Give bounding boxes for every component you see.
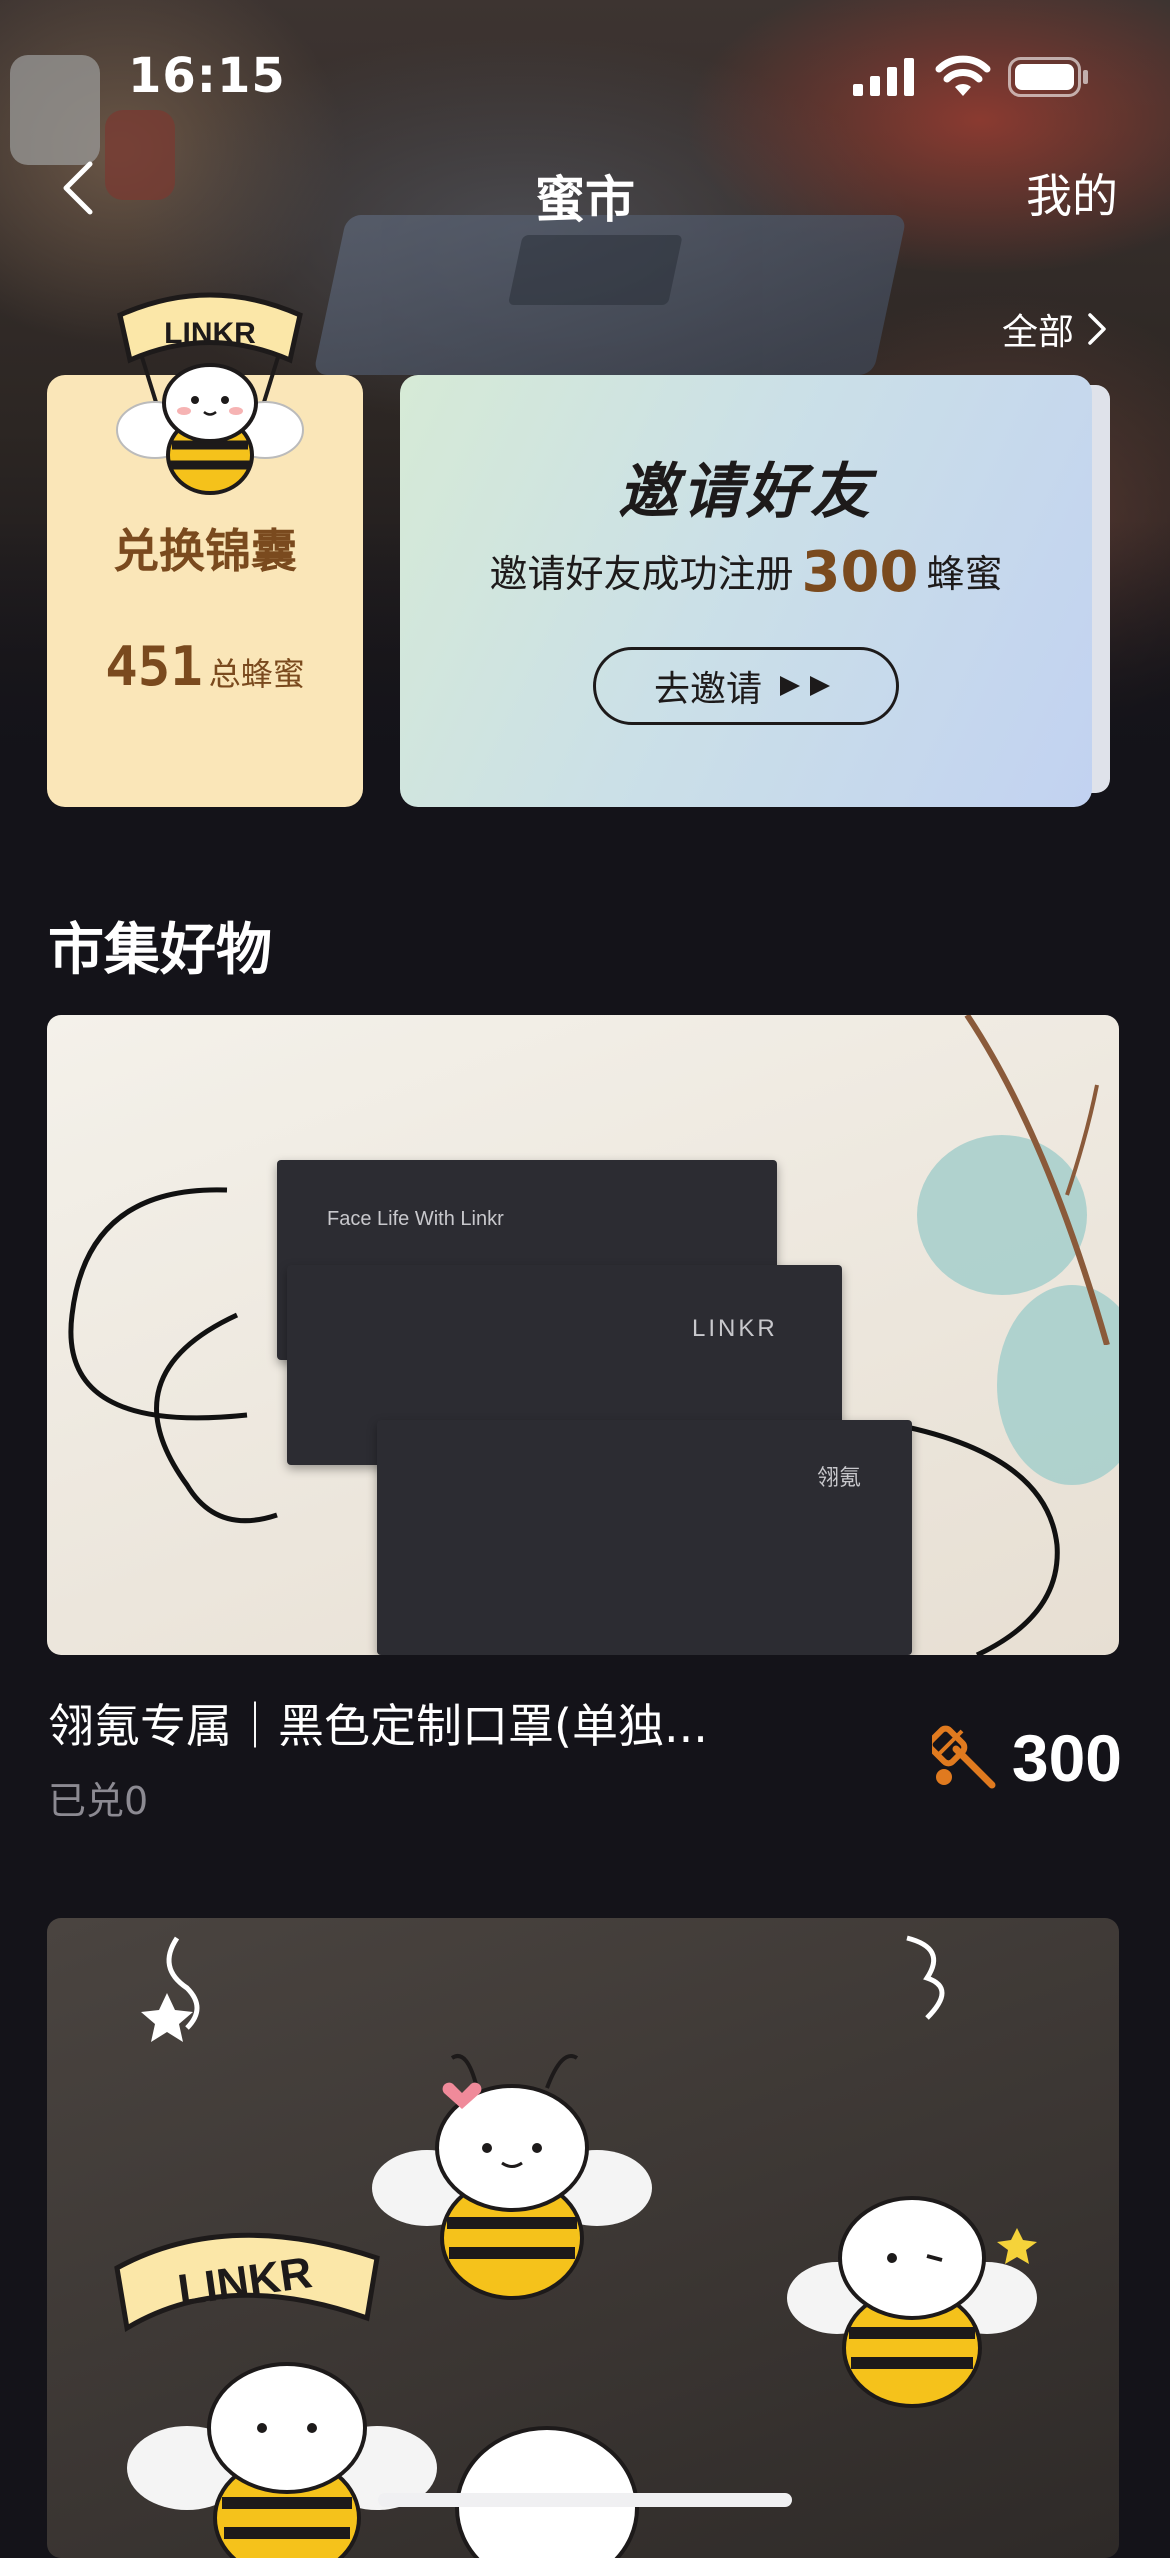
invite-desc-prefix: 邀请好友成功注册 (489, 552, 794, 596)
home-indicator[interactable] (378, 2493, 792, 2507)
total-honey-value: 451 (105, 635, 203, 698)
see-all-link[interactable]: 全部 (1002, 303, 1110, 355)
mine-button[interactable]: 我的 (1026, 160, 1118, 226)
mask-print-text: Face Life With Linkr (327, 1208, 504, 1230)
product-price: 300 (931, 1720, 1122, 1796)
play-arrows-icon (780, 676, 830, 696)
status-bar: 16:15 (0, 0, 1170, 150)
section-title: 市集好物 (48, 918, 272, 983)
wifi-icon (935, 55, 991, 96)
mask-logo-text: LINKR (692, 1315, 778, 1342)
invite-desc-suffix: 蜂蜜 (926, 552, 1003, 596)
page-title: 蜜市 (535, 171, 635, 229)
invite-reward-amount: 300 (801, 540, 919, 605)
see-all-label: 全部 (1001, 312, 1074, 353)
mask-item: 翎氪 (377, 1420, 912, 1655)
bee-mascot-image: LINKR (116, 292, 304, 495)
signal-icon (853, 58, 914, 96)
chevron-right-icon (1088, 313, 1106, 345)
total-honey-stat: 451 总蜂蜜 (47, 635, 363, 698)
status-time: 16:15 (128, 48, 286, 104)
total-honey-label: 总蜂蜜 (208, 655, 305, 693)
product-sold-count: 已兑0 (48, 1779, 149, 1823)
invite-banner[interactable]: 邀请好友 邀请好友成功注册 300 蜂蜜 去邀请 (400, 375, 1092, 807)
mascot-banner-text: LINKR (164, 317, 256, 350)
invite-description: 邀请好友成功注册 300 蜂蜜 (400, 540, 1092, 605)
product-price-value: 300 (1011, 1721, 1122, 1795)
redeem-title: 兑换锦囊 (113, 524, 297, 578)
background-laptop (312, 215, 908, 375)
product-image-mask[interactable]: Face Life With Linkr LINKR 翎氪 (47, 1015, 1119, 1655)
product-name[interactable]: 翎氪专属｜黑色定制口罩(单独... (48, 1690, 768, 1756)
product-image-bee-stickers[interactable]: LINKR (47, 1918, 1119, 2558)
mask-brand-text: 翎氪 (817, 1465, 862, 1490)
go-invite-label: 去邀请 (653, 669, 762, 710)
honey-dipper-icon (931, 1725, 996, 1789)
invite-title: 邀请好友 (618, 457, 874, 527)
go-invite-button[interactable]: 去邀请 (593, 647, 899, 725)
battery-icon (1008, 57, 1088, 97)
bee-stickers-illustration: LINKR (114, 1935, 1037, 2558)
